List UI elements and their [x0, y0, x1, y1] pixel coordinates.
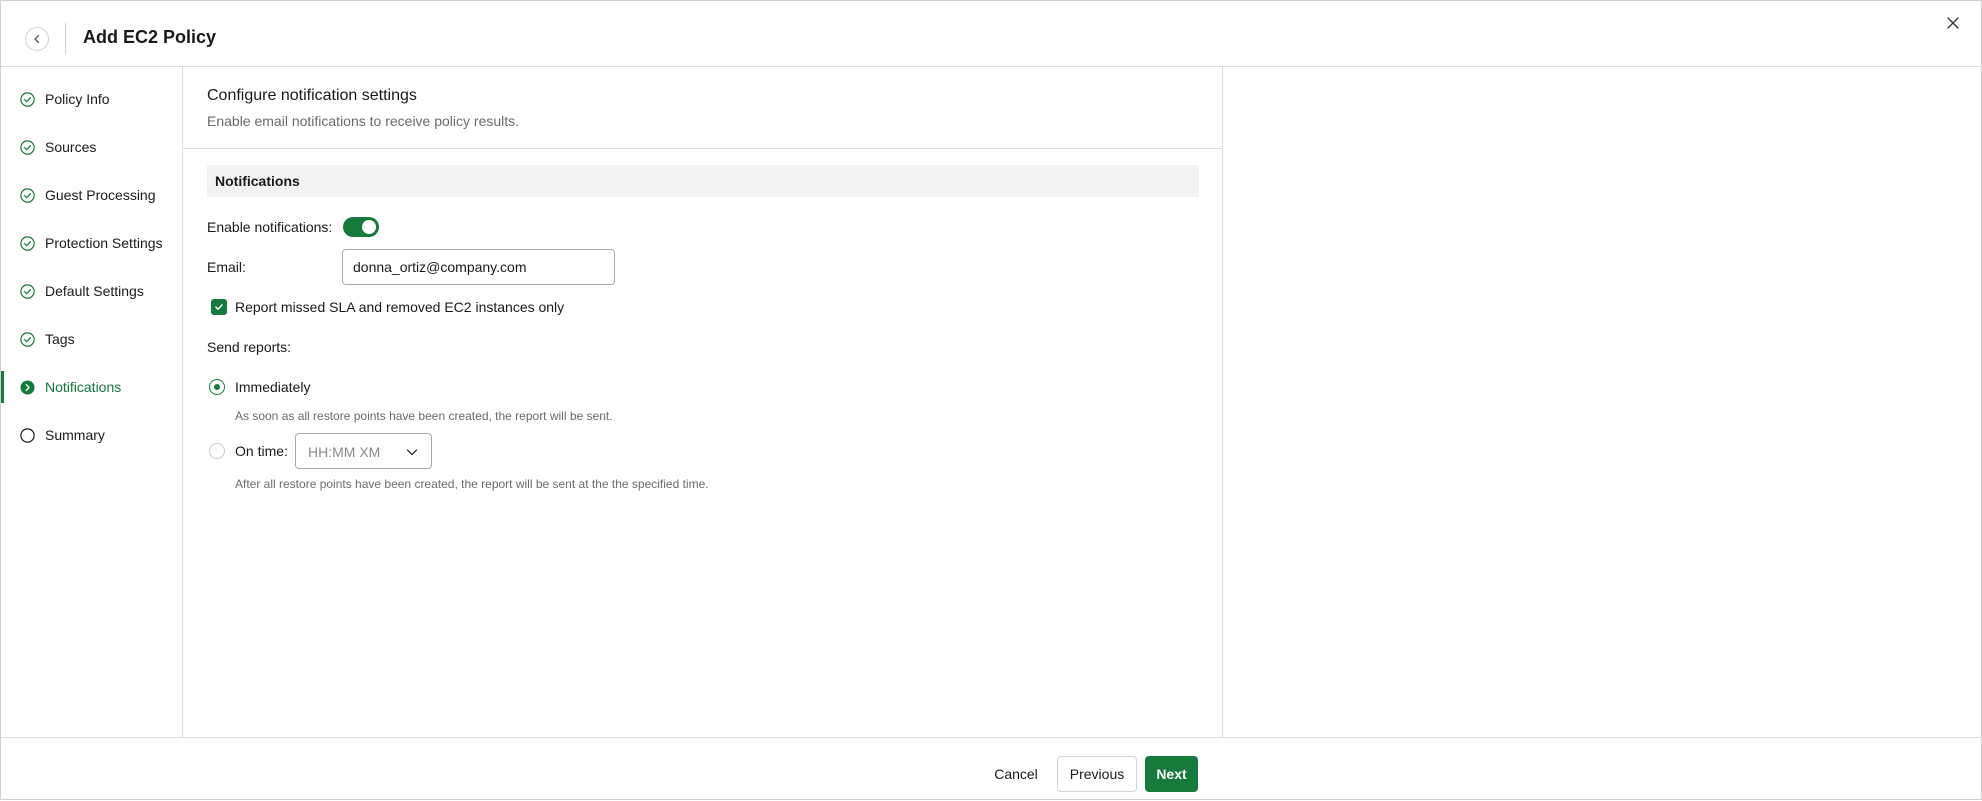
enable-notifications-label: Enable notifications:: [207, 219, 333, 235]
sidebar-item-protection-settings[interactable]: Protection Settings: [1, 223, 182, 263]
email-input[interactable]: [342, 249, 615, 285]
header-divider: [65, 23, 66, 55]
check-circle-icon: [20, 332, 35, 347]
sidebar-item-sources[interactable]: Sources: [1, 127, 182, 167]
on-time-select[interactable]: HH:MM XM: [295, 433, 432, 469]
on-time-hint: After all restore points have been creat…: [235, 477, 709, 491]
check-circle-icon: [20, 284, 35, 299]
dialog-header: Add EC2 Policy: [1, 1, 1981, 67]
check-circle-icon: [20, 236, 35, 251]
next-button[interactable]: Next: [1145, 756, 1198, 792]
report-missed-sla-checkbox[interactable]: [211, 299, 227, 315]
close-button[interactable]: [1943, 13, 1963, 33]
page-title: Add EC2 Policy: [83, 27, 217, 47]
sidebar-item-tags[interactable]: Tags: [1, 319, 182, 359]
immediately-label: Immediately: [235, 379, 311, 395]
previous-button[interactable]: Previous: [1057, 756, 1137, 792]
notifications-group-header: Notifications: [207, 165, 1199, 197]
check-circle-icon: [20, 188, 35, 203]
sidebar-item-label: Guest Processing: [45, 187, 156, 203]
immediately-hint: As soon as all restore points have been …: [235, 409, 613, 423]
sidebar-item-policy-info[interactable]: Policy Info: [1, 79, 182, 119]
group-title: Notifications: [215, 173, 300, 189]
sidebar-item-notifications[interactable]: Notifications: [1, 367, 182, 407]
chevron-down-icon: [406, 449, 418, 456]
radio-on-time[interactable]: [209, 443, 225, 459]
sidebar-item-summary[interactable]: Summary: [1, 415, 182, 455]
dialog-footer: Cancel Previous Next: [1, 737, 1981, 801]
sidebar-item-label: Default Settings: [45, 283, 144, 299]
sidebar-item-guest-processing[interactable]: Guest Processing: [1, 175, 182, 215]
report-missed-sla-label: Report missed SLA and removed EC2 instan…: [235, 299, 565, 315]
back-button[interactable]: [25, 27, 49, 51]
cancel-button[interactable]: Cancel: [983, 756, 1049, 792]
radio-immediately[interactable]: [209, 379, 225, 395]
sidebar-item-label: Protection Settings: [45, 235, 163, 251]
section-subtitle: Enable email notifications to receive po…: [207, 113, 520, 129]
sidebar-item-label: Sources: [45, 139, 97, 155]
sidebar-item-default-settings[interactable]: Default Settings: [1, 271, 182, 311]
section-header: Configure notification settings Enable e…: [183, 67, 1222, 149]
check-circle-icon: [20, 92, 35, 107]
sidebar-item-label: Tags: [45, 331, 75, 347]
close-icon: [1947, 17, 1959, 29]
on-time-placeholder: HH:MM XM: [308, 444, 381, 460]
check-circle-icon: [20, 140, 35, 155]
sidebar-item-label: Summary: [45, 427, 105, 443]
wizard-steps-sidebar: Policy Info Sources Guest Processing Pro…: [1, 67, 183, 737]
chevron-left-icon: [34, 34, 40, 44]
section-title: Configure notification settings: [207, 87, 417, 104]
notifications-panel: Configure notification settings Enable e…: [183, 67, 1223, 737]
dialog-window: Add EC2 Policy Policy Info Sources Guest…: [0, 0, 1982, 800]
checkmark-icon: [215, 304, 223, 310]
enable-notifications-toggle[interactable]: [343, 217, 379, 237]
empty-circle-icon: [20, 428, 35, 443]
send-reports-label: Send reports:: [207, 339, 292, 355]
chevron-right-circle-icon: [20, 380, 35, 395]
sidebar-item-label: Policy Info: [45, 91, 110, 107]
sidebar-item-label: Notifications: [45, 379, 122, 395]
on-time-label: On time:: [235, 443, 288, 459]
email-label: Email:: [207, 259, 246, 275]
